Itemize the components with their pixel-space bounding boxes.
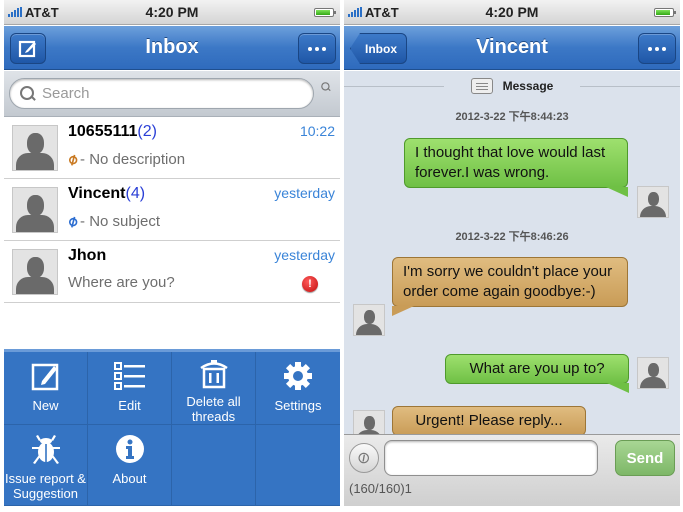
new-icon	[31, 363, 58, 391]
list-edit-icon	[113, 362, 145, 390]
thread-row[interactable]: Vincent(4) yesterday ⌀ - No subject	[4, 179, 340, 241]
menu-delete-all[interactable]: Delete all threads	[172, 352, 256, 425]
menu-empty	[256, 425, 340, 506]
message-header: Message	[344, 75, 680, 97]
thread-row[interactable]: 10655111(2) 10:22 ⌀ - No description	[4, 117, 340, 179]
message-bubble-outgoing[interactable]: I thought that love would last forever.I…	[404, 138, 628, 197]
thread-subtitle: Where are you?	[68, 274, 175, 291]
attach-button[interactable]: ⊘	[349, 443, 379, 473]
error-alert-icon[interactable]: !	[302, 276, 318, 292]
back-button[interactable]: Inbox	[350, 33, 407, 64]
message-bubble-outgoing[interactable]: What are you up to?	[445, 354, 629, 393]
inbox-screen: AT&T 4:20 PM Inbox 10655111(2) 10:22 ⌀ -…	[4, 0, 340, 506]
more-button[interactable]	[638, 33, 676, 64]
message-input[interactable]	[384, 440, 598, 476]
more-button[interactable]	[298, 33, 336, 64]
menu-issue-report[interactable]: Issue report & Suggestion	[4, 425, 88, 506]
thread-time: yesterday	[274, 185, 335, 201]
timestamp: 2012-3-22 下午8:44:23	[455, 111, 569, 123]
avatar	[12, 125, 58, 171]
action-menu: New Edit Delete all threads Settings Iss…	[4, 349, 340, 506]
message-thread: Message 2012-3-22 下午8:44:23 I thought th…	[344, 71, 680, 434]
page-title: Vincent	[476, 36, 548, 58]
avatar	[637, 357, 669, 389]
compose-icon	[18, 40, 36, 57]
clock: 4:20 PM	[485, 4, 539, 20]
search-input[interactable]	[42, 85, 292, 102]
menu-empty	[172, 425, 256, 506]
clock: 4:20 PM	[145, 4, 199, 20]
avatar	[353, 304, 385, 336]
bug-icon	[31, 435, 60, 464]
status-bar: AT&T 4:20 PM	[4, 0, 340, 25]
info-icon	[115, 435, 144, 463]
thread-name: Jhon	[68, 247, 107, 264]
thread-subtitle: ⌀ - No description	[64, 149, 186, 170]
composer: ⊘ Send (160/160)1	[344, 434, 680, 506]
search-icon	[20, 85, 36, 102]
thread-count: (2)	[137, 123, 157, 140]
status-bar: AT&T 4:20 PM	[344, 0, 680, 25]
more-dots-icon	[648, 46, 666, 51]
menu-edit[interactable]: Edit	[88, 352, 172, 425]
nav-bar: Inbox	[4, 26, 340, 70]
message-bubble-incoming[interactable]: Urgent! Please reply...	[392, 406, 586, 434]
timestamp: 2012-3-22 下午8:46:26	[455, 231, 569, 243]
character-counter: (160/160)1	[349, 481, 412, 496]
thread-name: 10655111(2)	[68, 123, 157, 140]
more-dots-icon	[308, 46, 326, 51]
page-title: Inbox	[145, 36, 199, 58]
avatar	[637, 186, 669, 218]
search-index-icon[interactable]	[321, 82, 331, 92]
nav-bar: Inbox Vincent	[344, 26, 680, 70]
send-button[interactable]: Send	[615, 440, 675, 476]
search-field[interactable]	[9, 78, 314, 109]
thread-time: 10:22	[299, 123, 335, 139]
avatar	[12, 187, 58, 233]
menu-settings[interactable]: Settings	[256, 352, 340, 425]
gear-icon	[284, 362, 312, 390]
thread-subtitle: ⌀ - No subject	[64, 211, 161, 232]
menu-about[interactable]: About	[88, 425, 172, 506]
thread-name: Vincent(4)	[68, 185, 146, 202]
thread-count: (4)	[125, 185, 146, 202]
message-icon	[470, 78, 493, 94]
conversation-screen: AT&T 4:20 PM Inbox Vincent Message 2012-…	[344, 0, 680, 506]
battery-icon	[314, 8, 336, 17]
paperclip-icon: ⊘	[353, 447, 375, 470]
trash-icon	[199, 360, 228, 389]
battery-icon	[654, 8, 676, 17]
attachment-icon: ⌀	[64, 211, 81, 232]
avatar	[12, 249, 58, 295]
compose-button[interactable]	[10, 33, 46, 64]
menu-new[interactable]: New	[4, 352, 88, 425]
search-bar	[4, 71, 340, 117]
thread-time: yesterday	[274, 247, 335, 263]
thread-list: 10655111(2) 10:22 ⌀ - No description Vin…	[4, 117, 340, 303]
attachment-add-icon: ⌀	[64, 149, 81, 170]
message-bubble-incoming[interactable]: I'm sorry we couldn't place your order c…	[392, 257, 628, 316]
thread-row[interactable]: Jhon yesterday Where are you? !	[4, 241, 340, 303]
avatar	[353, 410, 385, 434]
